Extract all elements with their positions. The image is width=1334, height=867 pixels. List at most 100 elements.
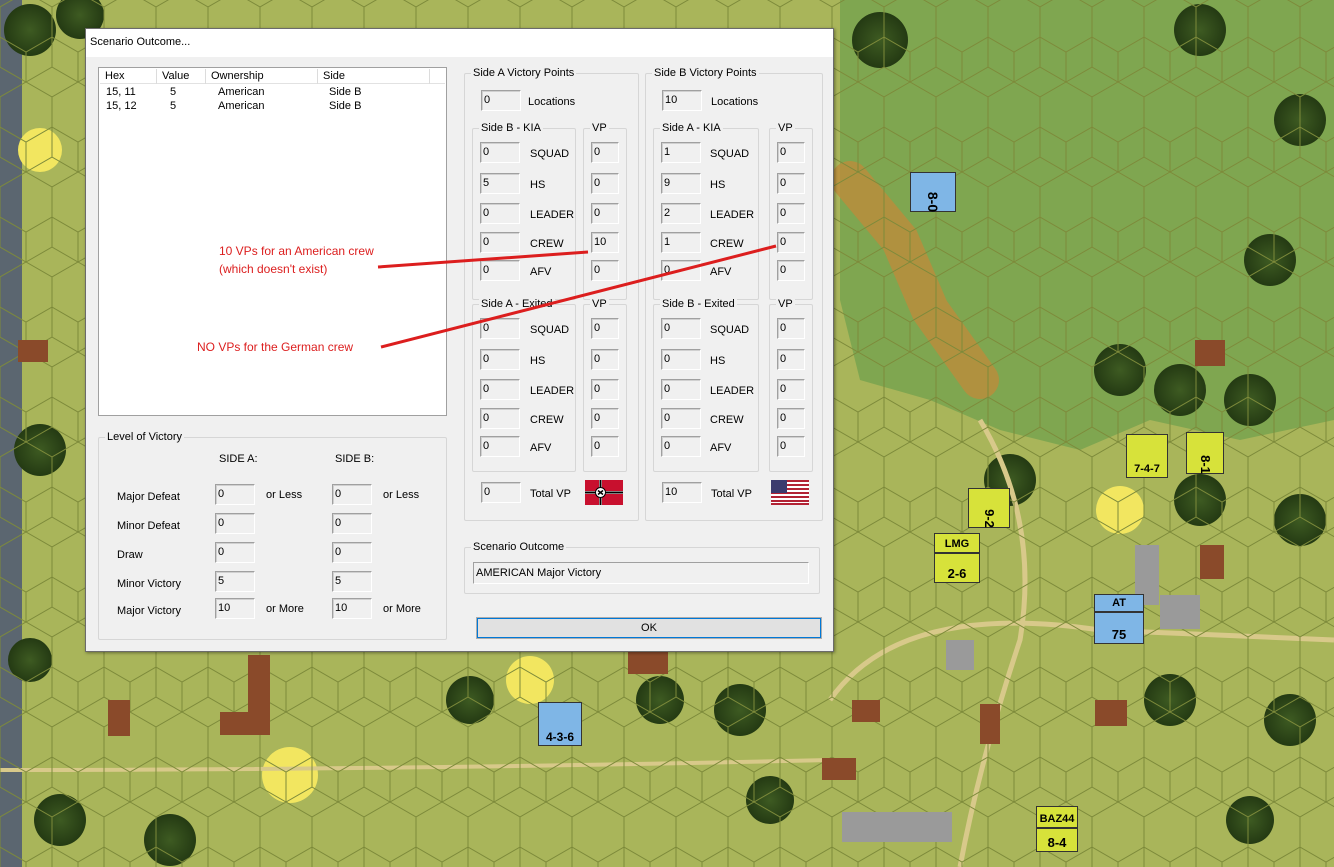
- side-a-exited-leader-label: LEADER: [530, 385, 575, 397]
- list-item[interactable]: 15, 12 5 American Side B: [100, 99, 445, 113]
- draw-label: Draw: [117, 549, 143, 561]
- vp-title: VP: [776, 121, 795, 135]
- side-b-exited-squad-count-field[interactable]: 0: [661, 318, 701, 339]
- minor-victory-side-b-field[interactable]: 5: [332, 571, 372, 592]
- side-b-exited-leader-count-field[interactable]: 0: [661, 379, 701, 400]
- side-b-kia-squad-count-field[interactable]: 0: [480, 142, 520, 163]
- column-header-hex[interactable]: Hex: [100, 69, 157, 84]
- side-a-kia-squad-count-field[interactable]: 1: [661, 142, 701, 163]
- side-b-kia-leader-count-field[interactable]: 0: [480, 203, 520, 224]
- major-victory-side-a-field[interactable]: 10: [215, 598, 255, 619]
- unit-counter[interactable]: AT: [1094, 594, 1144, 612]
- unit-counter[interactable]: 9-2: [968, 488, 1010, 528]
- unit-counter[interactable]: 8-4: [1036, 828, 1078, 852]
- side-a-kia-afv-vp-field[interactable]: 0: [777, 260, 805, 281]
- side-b-kia-afv-count-field[interactable]: 0: [480, 260, 520, 281]
- major-defeat-side-b-suffix: or Less: [383, 489, 420, 501]
- side-b-exited-squad-vp-field[interactable]: 0: [777, 318, 805, 339]
- side-b-exited-hs-vp-field[interactable]: 0: [777, 349, 805, 370]
- side-a-exited-group: Side A - Exited 0 SQUAD 0 HS 0 LEADER 0 CREW 0 AF…: [472, 297, 576, 472]
- major-defeat-label: Major Defeat: [117, 491, 180, 503]
- side-a-exited-crew-vp-field[interactable]: 0: [591, 408, 619, 429]
- side-b-exited-hs-count-field[interactable]: 0: [661, 349, 701, 370]
- side-b-kia-squad-vp-field[interactable]: 0: [591, 142, 619, 163]
- side-a-exited-afv-vp-field[interactable]: 0: [591, 436, 619, 457]
- side-b-exited-afv-vp-field[interactable]: 0: [777, 436, 805, 457]
- side-a-exited-afv-count-field[interactable]: 0: [480, 436, 520, 457]
- side-a-exited-vp-group: VP 0 0 0 0 0: [583, 297, 627, 472]
- side-a-exited-squad-label: SQUAD: [530, 324, 570, 336]
- side-a-exited-afv-label: AFV: [530, 442, 552, 454]
- minor-victory-label: Minor Victory: [117, 578, 181, 590]
- scenario-outcome-field[interactable]: AMERICAN Major Victory: [473, 562, 809, 584]
- side-b-exited-vp-group: VP 0 0 0 0 0: [769, 297, 813, 472]
- column-header-side[interactable]: Side: [318, 69, 430, 84]
- side-b-header: SIDE B:: [335, 453, 375, 465]
- major-victory-side-b-field[interactable]: 10: [332, 598, 372, 619]
- unit-counter[interactable]: 2-6: [934, 553, 980, 583]
- side-b-exited-afv-count-field[interactable]: 0: [661, 436, 701, 457]
- side-a-locations-field[interactable]: 0: [481, 90, 521, 111]
- vp-title: VP: [776, 297, 795, 311]
- side-a-kia-hs-vp-field[interactable]: 0: [777, 173, 805, 194]
- side-b-exited-leader-label: LEADER: [710, 385, 755, 397]
- unit-counter[interactable]: 8-1: [1186, 432, 1224, 474]
- annotation-german-crew: NO VPs for the German crew: [197, 340, 354, 354]
- side-a-kia-hs-count-field[interactable]: 9: [661, 173, 701, 194]
- side-b-kia-leader-vp-field[interactable]: 0: [591, 203, 619, 224]
- side-b-exited-crew-label: CREW: [710, 414, 744, 426]
- side-b-exited-crew-vp-field[interactable]: 0: [777, 408, 805, 429]
- unit-counter-label: LMG: [944, 538, 970, 550]
- side-a-kia-squad-vp-field[interactable]: 0: [777, 142, 805, 163]
- side-b-kia-hs-count-field[interactable]: 5: [480, 173, 520, 194]
- side-a-exited-hs-label: HS: [530, 355, 546, 367]
- unit-counter[interactable]: LMG: [934, 533, 980, 553]
- side-a-exited-squad-count-field[interactable]: 0: [480, 318, 520, 339]
- side-a-kia-afv-count-field[interactable]: 0: [661, 260, 701, 281]
- side-b-exited-leader-vp-field[interactable]: 0: [777, 379, 805, 400]
- side-a-exited-leader-vp-field[interactable]: 0: [591, 379, 619, 400]
- side-a-kia-leader-count-field[interactable]: 2: [661, 203, 701, 224]
- side-b-kia-afv-vp-field[interactable]: 0: [591, 260, 619, 281]
- minor-victory-side-a-field[interactable]: 5: [215, 571, 255, 592]
- side-a-total-vp-label: Total VP: [530, 488, 571, 500]
- side-a-kia-crew-vp-field[interactable]: 0: [777, 232, 805, 253]
- side-a-total-vp-field[interactable]: 0: [481, 482, 521, 503]
- major-defeat-side-b-field[interactable]: 0: [332, 484, 372, 505]
- side-a-exited-squad-vp-field[interactable]: 0: [591, 318, 619, 339]
- side-a-exited-hs-vp-field[interactable]: 0: [591, 349, 619, 370]
- side-cell: Side B: [329, 100, 362, 112]
- draw-side-b-field[interactable]: 0: [332, 542, 372, 563]
- side-a-exited-crew-count-field[interactable]: 0: [480, 408, 520, 429]
- unit-counter[interactable]: 75: [1094, 612, 1144, 644]
- side-a-exited-leader-count-field[interactable]: 0: [480, 379, 520, 400]
- unit-counter[interactable]: BAZ44: [1036, 806, 1078, 828]
- side-b-kia-crew-vp-field[interactable]: 10: [591, 232, 619, 253]
- ok-button[interactable]: OK: [476, 617, 822, 639]
- unit-counter[interactable]: 4-3-6: [538, 702, 582, 746]
- side-a-exited-hs-count-field[interactable]: 0: [480, 349, 520, 370]
- side-b-kia-hs-vp-field[interactable]: 0: [591, 173, 619, 194]
- side-b-exited-squad-label: SQUAD: [710, 324, 750, 336]
- unit-counter[interactable]: 8-0: [910, 172, 956, 212]
- unit-counter-label: 8-4: [1047, 835, 1067, 850]
- side-b-exited-crew-count-field[interactable]: 0: [661, 408, 701, 429]
- hex-cell: 15, 12: [106, 100, 137, 112]
- side-a-kia-crew-count-field[interactable]: 1: [661, 232, 701, 253]
- column-header-ownership[interactable]: Ownership: [206, 69, 318, 84]
- side-a-kia-leader-label: LEADER: [710, 209, 755, 221]
- draw-side-a-field[interactable]: 0: [215, 542, 255, 563]
- list-item[interactable]: 15, 11 5 American Side B: [100, 85, 445, 99]
- side-b-total-vp-label: Total VP: [711, 488, 752, 500]
- side-a-kia-squad-label: SQUAD: [710, 148, 750, 160]
- vp-title: VP: [590, 121, 609, 135]
- major-defeat-side-a-field[interactable]: 0: [215, 484, 255, 505]
- side-b-locations-field[interactable]: 10: [662, 90, 702, 111]
- side-b-total-vp-field[interactable]: 10: [662, 482, 702, 503]
- minor-defeat-side-b-field[interactable]: 0: [332, 513, 372, 534]
- minor-defeat-side-a-field[interactable]: 0: [215, 513, 255, 534]
- side-a-kia-leader-vp-field[interactable]: 0: [777, 203, 805, 224]
- side-b-kia-crew-count-field[interactable]: 0: [480, 232, 520, 253]
- unit-counter[interactable]: 7-4-7: [1126, 434, 1168, 478]
- column-header-value[interactable]: Value: [157, 69, 206, 84]
